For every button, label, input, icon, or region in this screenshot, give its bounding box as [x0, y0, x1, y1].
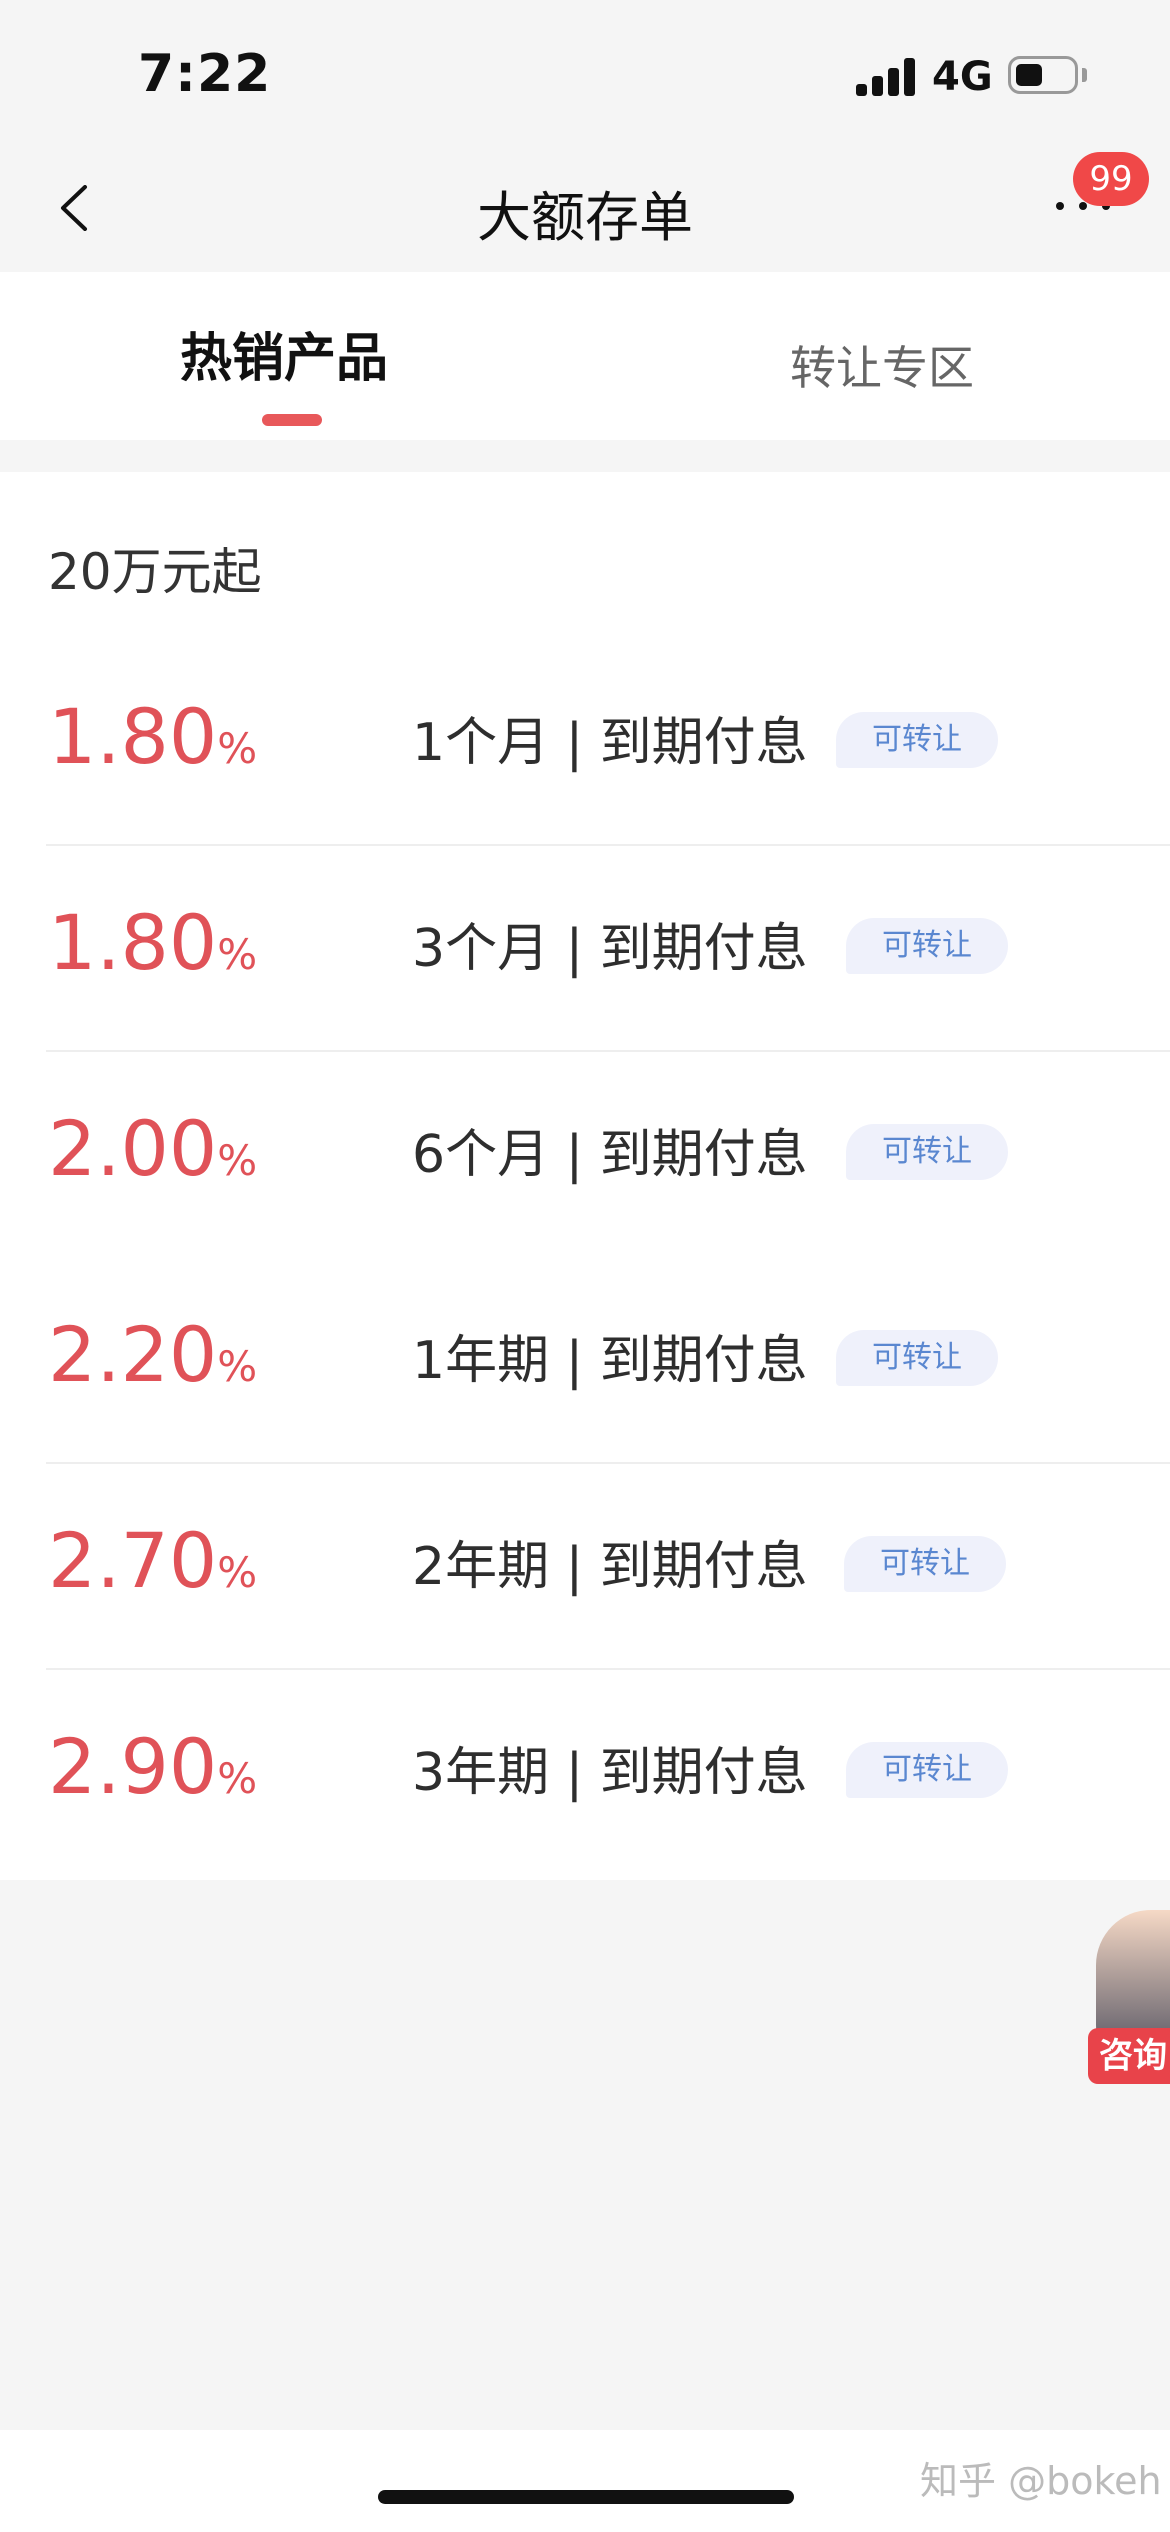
rate-value: 2.90%	[48, 1722, 258, 1811]
term-label: 3年期 | 到期付息	[412, 1743, 808, 1803]
signal-icon	[856, 58, 916, 96]
term-label: 3个月 | 到期付息	[412, 919, 808, 979]
rate-value: 2.20%	[48, 1310, 258, 1399]
home-indicator[interactable]	[378, 2490, 794, 2504]
rate-value: 1.80%	[48, 898, 258, 987]
page-title: 大额存单	[477, 186, 693, 249]
product-row[interactable]: 2.00% 6个月 | 到期付息 可转让	[0, 1052, 1170, 1258]
consult-button[interactable]: 咨询	[1088, 1910, 1170, 2092]
term-label: 1年期 | 到期付息	[412, 1331, 808, 1391]
battery-icon	[1008, 56, 1078, 94]
product-row[interactable]: 1.80% 3个月 | 到期付息 可转让	[0, 846, 1170, 1052]
transferable-tag: 可转让	[844, 1536, 1006, 1592]
rate-value: 2.70%	[48, 1516, 258, 1605]
transferable-tag: 可转让	[836, 1330, 998, 1386]
tab-indicator	[262, 414, 322, 426]
battery-cap	[1082, 68, 1087, 82]
tab-transfer-zone[interactable]: 转让专区	[790, 332, 974, 398]
consult-label: 咨询	[1088, 2028, 1170, 2084]
rate-value: 2.00%	[48, 1104, 258, 1193]
status-bar: 7:22 4G	[0, 0, 1170, 140]
tab-bar: 热销产品 转让专区	[0, 272, 1170, 440]
product-row[interactable]: 2.70% 2年期 | 到期付息 可转让	[0, 1464, 1170, 1670]
product-row[interactable]: 2.20% 1年期 | 到期付息 可转让	[0, 1258, 1170, 1464]
status-time: 7:22	[138, 44, 272, 104]
notification-badge: 99	[1073, 152, 1149, 206]
transferable-tag: 可转让	[846, 1124, 1008, 1180]
section-title: 20万元起	[48, 543, 262, 601]
product-row[interactable]: 2.90% 3年期 | 到期付息 可转让	[0, 1670, 1170, 1876]
transferable-tag: 可转让	[836, 712, 998, 768]
product-row[interactable]: 1.80% 1个月 | 到期付息 可转让	[0, 640, 1170, 846]
product-list: 20万元起 1.80% 1个月 | 到期付息 可转让 1.80% 3个月 | 到…	[0, 472, 1170, 1880]
network-type: 4G	[932, 54, 993, 100]
rate-value: 1.80%	[48, 692, 258, 781]
term-label: 6个月 | 到期付息	[412, 1125, 808, 1185]
term-label: 2年期 | 到期付息	[412, 1537, 808, 1597]
term-label: 1个月 | 到期付息	[412, 713, 808, 773]
transferable-tag: 可转让	[846, 1742, 1008, 1798]
transferable-tag: 可转让	[846, 918, 1008, 974]
watermark: 知乎 @bokeh	[920, 2459, 1162, 2503]
tab-hot-products[interactable]: 热销产品	[180, 316, 388, 391]
